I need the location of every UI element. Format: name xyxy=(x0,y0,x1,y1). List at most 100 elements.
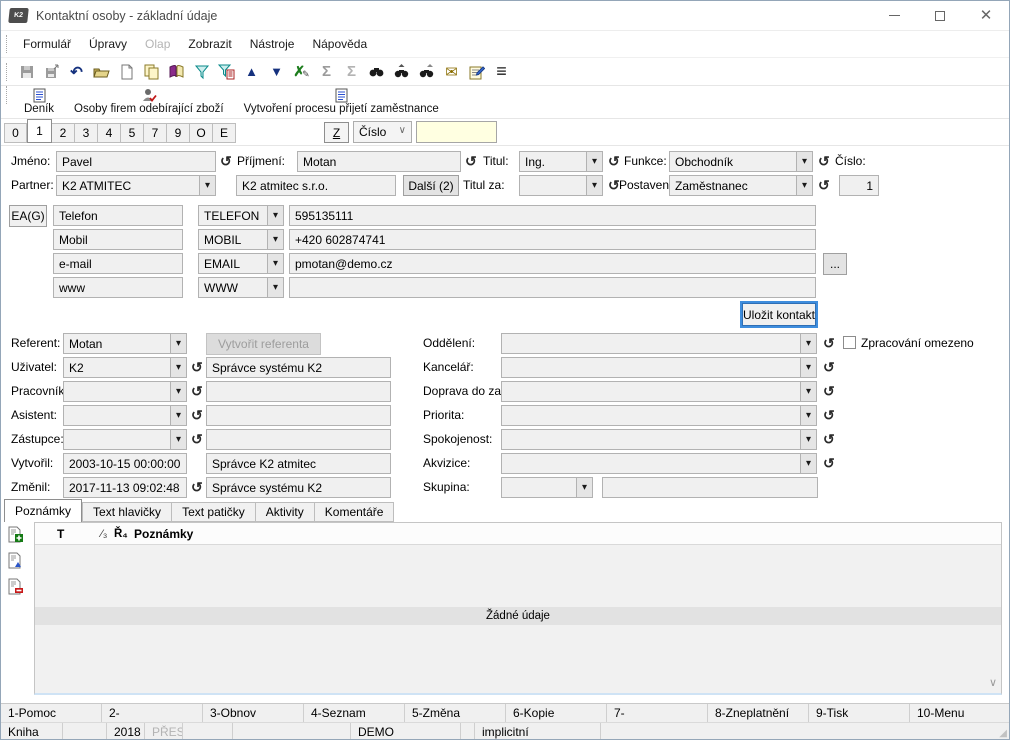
fn-6-kopie[interactable]: 6-Kopie xyxy=(506,704,607,722)
vytvoreni-procesu-button[interactable]: Vytvoření procesu přijetí zaměstnance xyxy=(234,86,449,118)
dropdown-arrow-icon[interactable] xyxy=(800,454,816,473)
history-icon[interactable] xyxy=(191,360,206,376)
fn-7[interactable]: 7- xyxy=(607,704,708,722)
record-tab-E[interactable]: E xyxy=(213,123,236,143)
dropdown-arrow-icon[interactable] xyxy=(170,382,186,401)
skupina-text-field[interactable] xyxy=(602,477,818,498)
history-icon[interactable] xyxy=(818,178,833,194)
contact-type-select[interactable]: WWW xyxy=(198,277,284,298)
history-icon[interactable] xyxy=(818,154,833,170)
denik-button[interactable]: Deník xyxy=(14,86,64,118)
dropdown-arrow-icon[interactable] xyxy=(267,254,283,273)
history-icon[interactable] xyxy=(608,154,623,170)
delete-note-button[interactable] xyxy=(7,578,29,598)
postaveni-select[interactable]: Zaměstnanec xyxy=(669,175,813,196)
dalsi-button[interactable]: Další (2) xyxy=(403,175,459,196)
menu-upravy[interactable]: Úpravy xyxy=(80,33,136,55)
resize-grip-icon[interactable]: ◢ xyxy=(999,728,1007,739)
referent-select[interactable]: Motan xyxy=(63,333,187,354)
fn-2[interactable]: 2- xyxy=(102,704,203,722)
history-icon[interactable] xyxy=(823,336,838,352)
record-tab-1[interactable]: 1 xyxy=(27,119,52,143)
menu-nastroje[interactable]: Nástroje xyxy=(241,33,304,55)
record-tab-0[interactable]: 0 xyxy=(4,123,27,143)
dropdown-arrow-icon[interactable] xyxy=(800,334,816,353)
save-icon[interactable] xyxy=(14,62,39,82)
dropdown-arrow-icon[interactable] xyxy=(796,176,812,195)
spokojenost-select[interactable] xyxy=(501,429,817,450)
osoby-firem-button[interactable]: Osoby firem odebírající zboží xyxy=(64,86,234,118)
zpracovani-omezeno-checkbox[interactable] xyxy=(843,336,856,349)
dropdown-arrow-icon[interactable] xyxy=(800,382,816,401)
column-header-type[interactable]: T xyxy=(57,523,64,545)
record-tab-9[interactable]: 9 xyxy=(167,123,190,143)
move-up-icon[interactable] xyxy=(239,62,264,82)
dropdown-arrow-icon[interactable] xyxy=(199,176,215,195)
dropdown-arrow-icon[interactable] xyxy=(796,152,812,171)
record-tab-2[interactable]: 2 xyxy=(52,123,75,143)
filter-document-icon[interactable] xyxy=(214,62,239,82)
maximize-button[interactable] xyxy=(917,1,963,30)
menu-list-icon[interactable] xyxy=(489,62,514,82)
oddeleni-select[interactable] xyxy=(501,333,817,354)
contact-name-field[interactable]: e-mail xyxy=(53,253,183,274)
record-tab-7[interactable]: 7 xyxy=(144,123,167,143)
close-button[interactable]: ✕ xyxy=(963,1,1009,30)
doprava-select[interactable] xyxy=(501,381,817,402)
add-note-button[interactable] xyxy=(7,526,29,546)
open-folder-icon[interactable] xyxy=(89,62,114,82)
fn-10-menu[interactable]: 10-Menu xyxy=(910,704,1009,722)
history-icon[interactable] xyxy=(220,154,235,170)
mail-icon[interactable] xyxy=(439,62,464,82)
cislo-field[interactable]: 1 xyxy=(839,175,879,196)
titul-select[interactable]: Ing. xyxy=(519,151,603,172)
more-button[interactable]: ... xyxy=(823,253,847,275)
scroll-down-icon[interactable]: ∨ xyxy=(989,676,997,689)
akvizice-select[interactable] xyxy=(501,453,817,474)
dropdown-arrow-icon[interactable] xyxy=(800,358,816,377)
partner-full-field[interactable]: K2 atmitec s.r.o. xyxy=(236,175,396,196)
copy-documents-icon[interactable] xyxy=(139,62,164,82)
zastupce-full-field[interactable] xyxy=(206,429,391,450)
filter-icon[interactable] xyxy=(189,62,214,82)
move-down-icon[interactable] xyxy=(264,62,289,82)
contact-value-field[interactable] xyxy=(289,277,816,298)
column-header-poznamky[interactable]: Poznámky xyxy=(134,523,193,545)
export-check-icon[interactable] xyxy=(289,62,314,82)
dropdown-arrow-icon[interactable] xyxy=(586,176,602,195)
pracovnik-select[interactable] xyxy=(63,381,187,402)
funkce-select[interactable]: Obchodník xyxy=(669,151,813,172)
history-icon[interactable] xyxy=(823,432,838,448)
contact-type-select[interactable]: EMAIL xyxy=(198,253,284,274)
find-icon[interactable] xyxy=(364,62,389,82)
kancelar-select[interactable] xyxy=(501,357,817,378)
sum-partial-icon[interactable] xyxy=(339,62,364,82)
z-button[interactable]: Z xyxy=(324,122,349,143)
toolbar-grip[interactable] xyxy=(6,63,7,81)
record-tab-5[interactable]: 5 xyxy=(121,123,144,143)
column-header-sort1[interactable]: ⁄₃ xyxy=(101,523,107,545)
dropdown-arrow-icon[interactable] xyxy=(267,278,283,297)
fn-8-zneplatneni[interactable]: 8-Zneplatnění xyxy=(708,704,809,722)
column-header-sort2[interactable]: Ř₄ xyxy=(114,523,128,545)
undo-icon[interactable] xyxy=(64,62,89,82)
menu-formular[interactable]: Formulář xyxy=(14,33,80,55)
minimize-button[interactable] xyxy=(871,1,917,30)
find-next-icon[interactable] xyxy=(389,62,414,82)
fn-3-obnov[interactable]: 3-Obnov xyxy=(203,704,304,722)
titul-za-select[interactable] xyxy=(519,175,603,196)
history-icon[interactable] xyxy=(191,408,206,424)
history-icon[interactable] xyxy=(191,480,206,496)
lookup-field-select[interactable]: Číslo xyxy=(353,121,412,143)
record-tab-4[interactable]: 4 xyxy=(98,123,121,143)
fn-5-zmena[interactable]: 5-Změna xyxy=(405,704,506,722)
history-icon[interactable] xyxy=(823,408,838,424)
pracovnik-full-field[interactable] xyxy=(206,381,391,402)
history-icon[interactable] xyxy=(823,384,838,400)
tab-komentare[interactable]: Komentáře xyxy=(315,502,395,522)
asistent-full-field[interactable] xyxy=(206,405,391,426)
dropdown-arrow-icon[interactable] xyxy=(576,478,592,497)
lookup-search-input[interactable] xyxy=(416,121,497,143)
tab-text-paticky[interactable]: Text patičky xyxy=(172,502,256,522)
toolbar-grip[interactable] xyxy=(6,86,7,104)
